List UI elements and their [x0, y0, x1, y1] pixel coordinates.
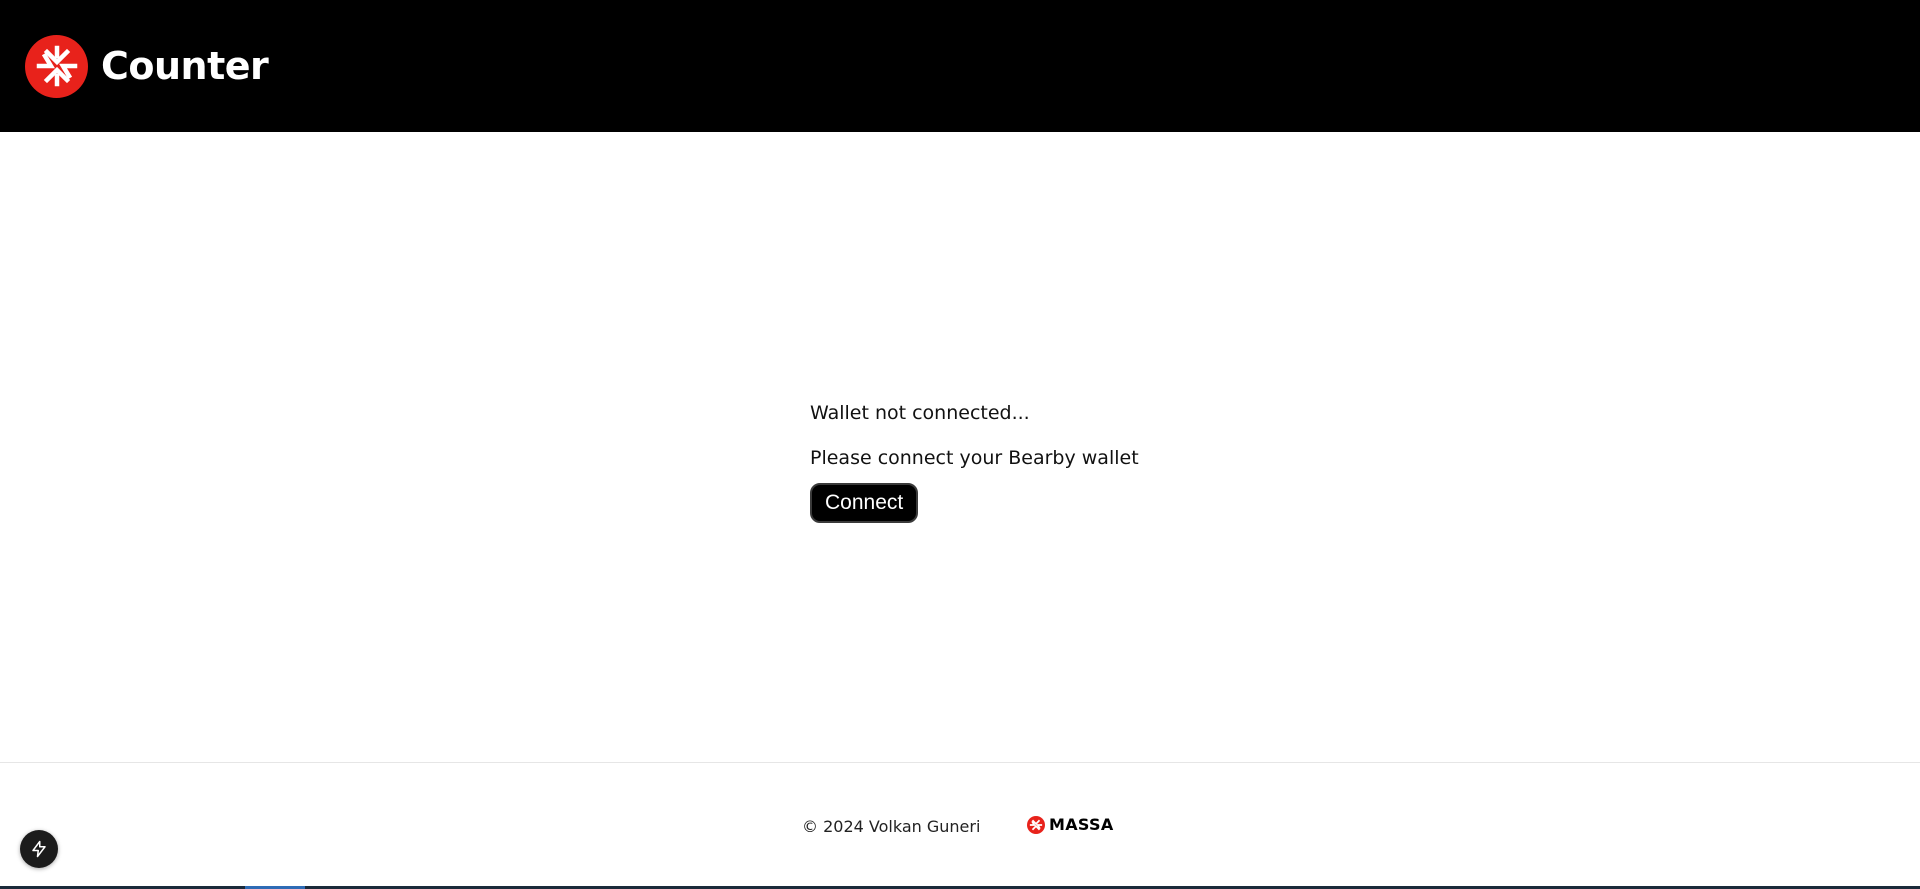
devtools-toggle-button[interactable]	[20, 830, 58, 868]
wallet-status-text: Wallet not connected...	[810, 402, 1030, 424]
lightning-bolt-icon	[32, 840, 46, 858]
massa-brand-label: MASSA	[1049, 815, 1114, 834]
massa-brand-link[interactable]: MASSA	[1027, 815, 1114, 834]
app-title: Counter	[101, 44, 269, 88]
footer: © 2024 Volkan Guneri MASSA	[0, 762, 1920, 889]
wallet-connect-panel: Wallet not connected... Please connect y…	[810, 402, 1139, 523]
massa-logo-icon	[1027, 815, 1045, 834]
massa-logo-icon[interactable]	[25, 34, 88, 98]
copyright-text: © 2024 Volkan Guneri	[802, 817, 981, 836]
connect-button[interactable]: Connect	[810, 483, 919, 523]
connect-instruction-text: Please connect your Bearby wallet	[810, 447, 1139, 469]
main-content: Wallet not connected... Please connect y…	[0, 132, 1920, 762]
top-header: Counter	[0, 0, 1920, 132]
